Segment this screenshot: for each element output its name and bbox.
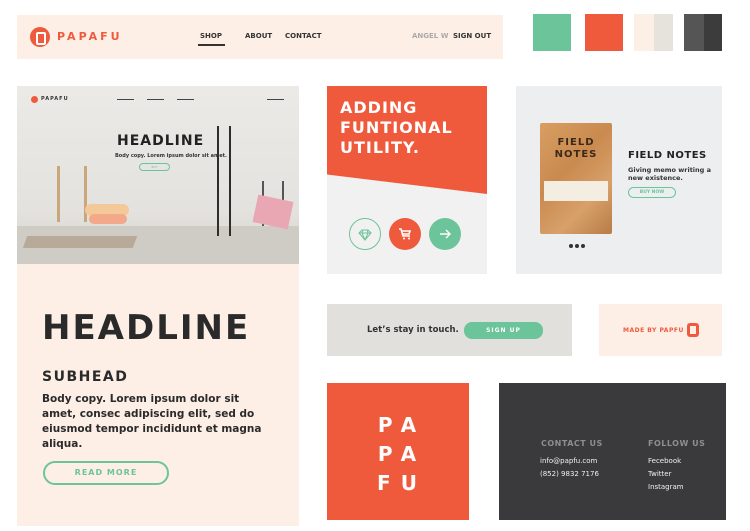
swatch-charcoal <box>704 14 722 51</box>
mini-nav-line <box>117 99 134 100</box>
photo-headline: HEADLINE <box>117 133 205 149</box>
swatch-cream-dark <box>654 14 673 51</box>
photo-coat-stand <box>217 126 219 236</box>
swatch-green <box>533 14 571 51</box>
photo-blanket <box>252 194 294 230</box>
newsletter-bar: Let’s stay in touch. SIGN UP <box>327 304 572 356</box>
carousel-dot[interactable] <box>581 244 585 248</box>
sign-up-button[interactable]: SIGN UP <box>464 322 543 339</box>
user-name[interactable]: ANGEL W <box>412 32 448 40</box>
top-nav: PAPAFU SHOP ABOUT CONTACT ANGEL W SIGN O… <box>17 15 503 59</box>
social-link-instagram[interactable]: Instagram <box>648 483 684 491</box>
newsletter-text: Let’s stay in touch. <box>367 325 459 335</box>
product-title: FIELD NOTES <box>628 150 707 161</box>
hero-photo: PAPAFU HEADLINE Body copy. Lorem ipsum d… <box>17 86 299 264</box>
mini-logo-icon <box>31 96 38 103</box>
active-nav-underline <box>198 44 225 46</box>
swatch-gray <box>684 14 704 51</box>
notebook-cover-title: FIELD NOTES <box>554 137 598 160</box>
papafu-logo-icon <box>687 323 699 337</box>
contact-heading: CONTACT US <box>541 439 603 448</box>
nav-link-contact[interactable]: CONTACT <box>285 32 322 40</box>
mini-nav-line <box>177 99 194 100</box>
hero-body-copy: Body copy. Lorem ipsum dolor sit amet, c… <box>42 393 262 450</box>
social-link-twitter[interactable]: Twitter <box>648 470 671 478</box>
utility-title: ADDING FUNTIONAL UTILITY. <box>340 98 453 157</box>
social-link-facebook[interactable]: Fecebook <box>648 457 681 465</box>
swatch-red <box>585 14 623 51</box>
read-more-button[interactable]: READ MORE <box>43 461 169 485</box>
carousel-dot[interactable] <box>575 244 579 248</box>
photo-coat-stand <box>229 126 231 236</box>
photo-cushion <box>89 214 127 224</box>
brand-line: PA <box>377 413 427 437</box>
swatch-cream-light <box>634 14 654 51</box>
photo-copy: Body copy. Lorem ipsum dolor sit amet. <box>115 153 227 159</box>
footer-block: CONTACT US info@papfu.com (852) 9832 717… <box>499 383 726 520</box>
brand-wordmark: PA PA FU <box>327 411 469 498</box>
product-card: FIELD NOTES FIELD NOTES Giving memo writ… <box>516 86 722 274</box>
utility-card: ADDING FUNTIONAL UTILITY. <box>327 86 487 274</box>
brand-line: FU <box>377 471 427 495</box>
made-by-badge: MADE BY PAPFU <box>599 304 722 356</box>
cart-icon[interactable] <box>389 218 421 250</box>
contact-phone[interactable]: (852) 9832 7176 <box>540 470 599 478</box>
hero-subhead: SUBHEAD <box>42 369 129 385</box>
notebook-image: FIELD NOTES <box>540 123 612 234</box>
photo-chair <box>57 166 87 222</box>
contact-email-link[interactable]: info@papfu.com <box>540 457 597 465</box>
hero-headline: HEADLINE <box>42 308 251 348</box>
photo-rug <box>22 236 138 248</box>
diamond-icon[interactable] <box>349 218 381 250</box>
nav-link-about[interactable]: ABOUT <box>245 32 272 40</box>
arrow-right-icon[interactable] <box>429 218 461 250</box>
logo-icon[interactable] <box>30 27 50 47</box>
follow-heading: FOLLOW US <box>648 439 706 448</box>
made-by-text: MADE BY PAPFU <box>623 327 684 334</box>
photo-buy-button[interactable]: BUY <box>139 163 170 171</box>
mini-logo-text: PAPAFU <box>41 96 69 102</box>
nav-link-shop[interactable]: SHOP <box>200 32 222 40</box>
product-description: Giving memo writing a new existence. <box>628 166 711 182</box>
notebook-label <box>544 181 608 201</box>
carousel-dot[interactable] <box>569 244 573 248</box>
buy-now-button[interactable]: BUY NOW <box>628 187 676 198</box>
mini-nav-line <box>147 99 164 100</box>
brand-line: PA <box>377 442 427 466</box>
sign-out-link[interactable]: SIGN OUT <box>453 32 491 40</box>
mini-nav-line <box>267 99 284 100</box>
brand-block: PA PA FU <box>327 383 469 520</box>
logo-text[interactable]: PAPAFU <box>57 30 123 43</box>
